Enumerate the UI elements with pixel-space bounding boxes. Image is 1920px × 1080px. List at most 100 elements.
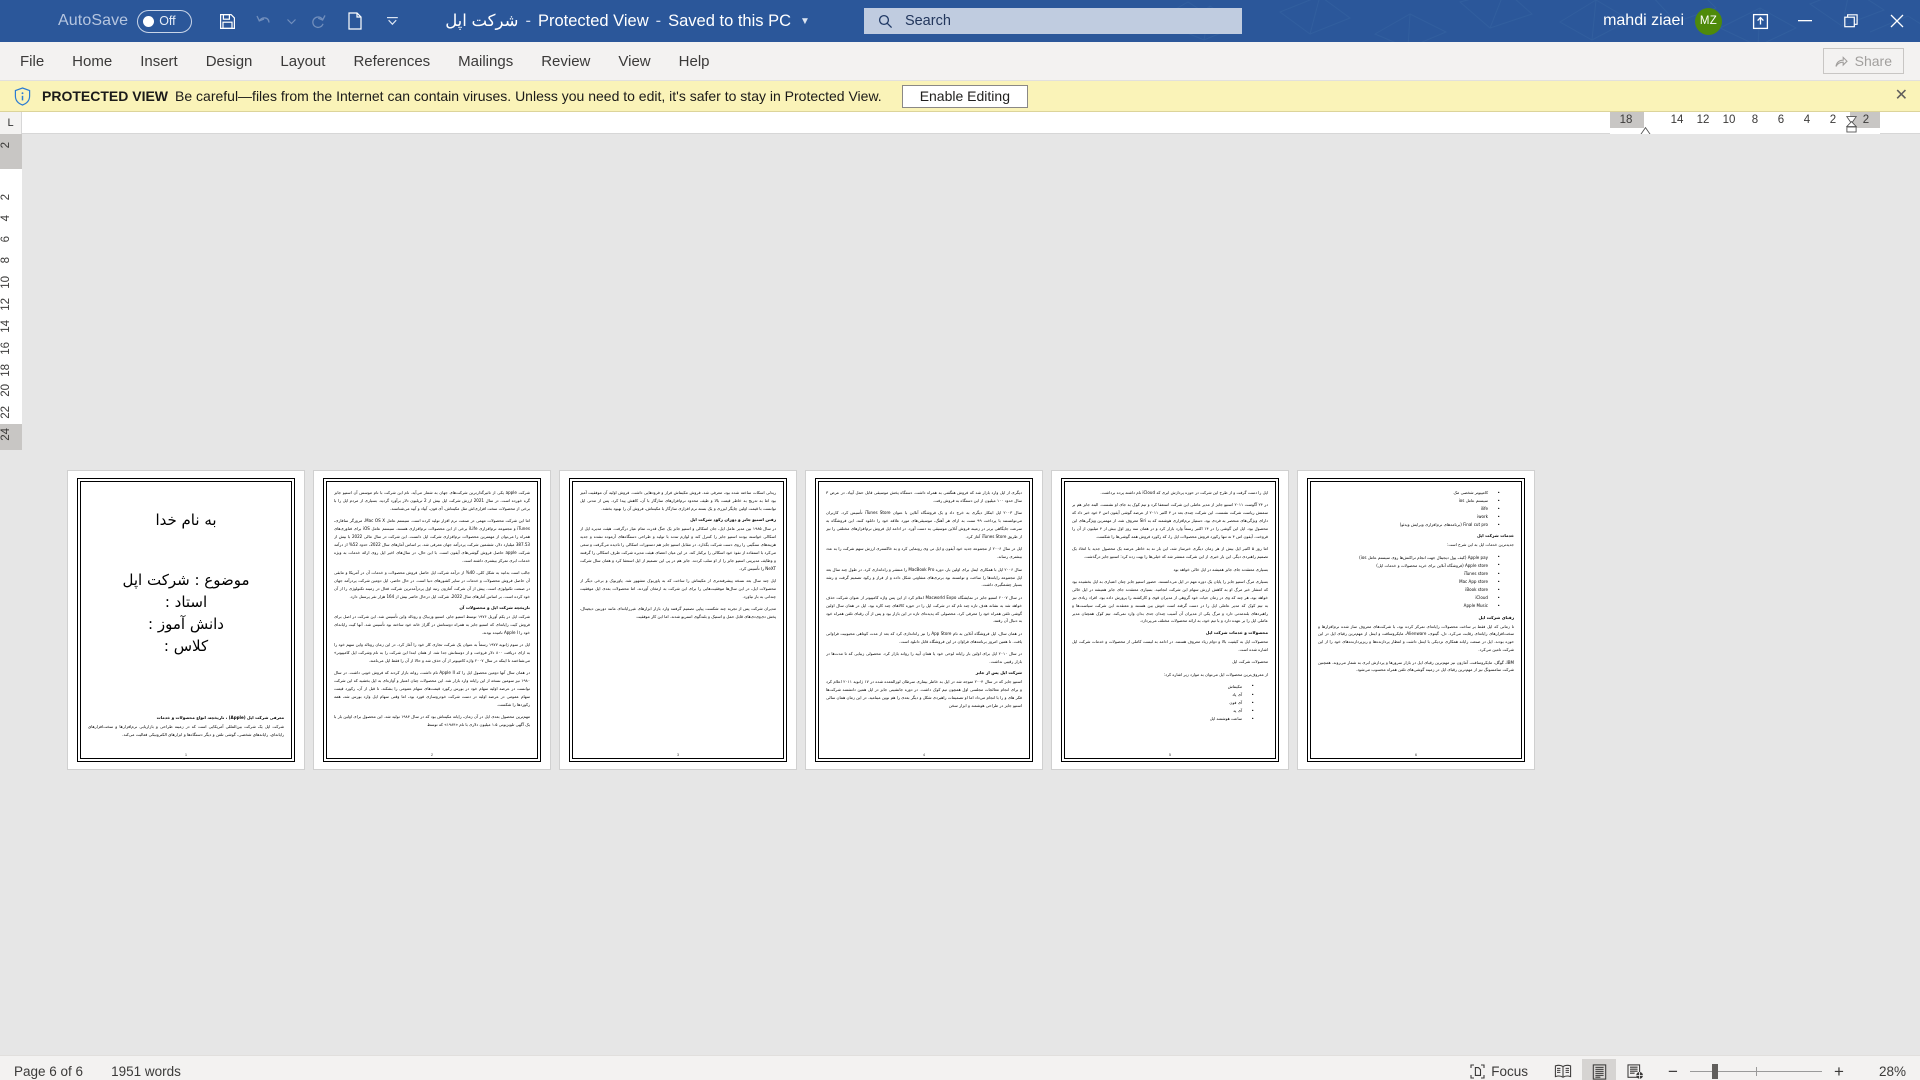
close-icon[interactable]: ✕ bbox=[1895, 88, 1908, 104]
zoom-slider[interactable] bbox=[1690, 1063, 1822, 1079]
zoom-control[interactable]: − + 28% bbox=[1666, 1063, 1906, 1080]
vruler-tick-18: 18 bbox=[0, 364, 12, 377]
tab-view[interactable]: View bbox=[604, 42, 664, 81]
vruler-tick-4: 4 bbox=[0, 215, 12, 222]
tab-home[interactable]: Home bbox=[58, 42, 126, 81]
page-3-heading-1: رفتن استیو جابز و دوران رکود شرکت اپل bbox=[690, 517, 776, 523]
tab-layout[interactable]: Layout bbox=[266, 42, 339, 81]
autosave-toggle[interactable]: Off bbox=[137, 9, 193, 33]
ruler-tick-10: 10 bbox=[1722, 114, 1736, 126]
statusbar-right-group: Focus − + 28% bbox=[1470, 1058, 1906, 1080]
search-box[interactable] bbox=[863, 8, 1242, 34]
page-5[interactable]: اپل را دست گرفت و از طرح این شرکت در حوز… bbox=[1052, 471, 1288, 769]
page-6-service-list: Apple pay (کیف پول دیجیتال جهت انجام ترا… bbox=[1318, 553, 1514, 611]
ruler-tick-14: 14 bbox=[1670, 114, 1684, 126]
list-item: ساعت هوشمند اپل bbox=[1072, 715, 1268, 724]
search-icon bbox=[878, 14, 892, 28]
web-layout-icon[interactable] bbox=[1618, 1059, 1652, 1080]
list-item: Apple pay (کیف پول دیجیتال جهت انجام ترا… bbox=[1318, 553, 1514, 562]
minimize-button[interactable] bbox=[1782, 0, 1828, 42]
page-3-para-1: ریدلی اسکات ساخته شده بود، معرفی شد. فرو… bbox=[580, 490, 776, 511]
page-2-para-2: اما این شرکت محصولات مهمی در صنعت نرم اف… bbox=[334, 518, 530, 563]
autosave-label: AutoSave bbox=[58, 12, 129, 29]
page-1[interactable]: به نام خدا موضوع : شرکت اپل استاد : دانش… bbox=[68, 471, 304, 769]
pages-container[interactable]: به نام خدا موضوع : شرکت اپل استاد : دانش… bbox=[22, 134, 1920, 1055]
zoom-level-label[interactable]: 28% bbox=[1868, 1064, 1906, 1079]
info-shield-icon bbox=[14, 86, 31, 106]
word-count[interactable]: 1951 words bbox=[111, 1064, 181, 1079]
focus-mode-button[interactable]: Focus bbox=[1470, 1064, 1528, 1079]
page-4[interactable]: دیگری از اپل وارد بازار شد که فروش هنگفت… bbox=[806, 471, 1042, 769]
zoom-out-button[interactable]: − bbox=[1666, 1063, 1680, 1080]
title-line-bismillah: به نام خدا bbox=[155, 511, 217, 529]
list-item: Final cut pro (برنامه‌های نرم‌افزاری ویر… bbox=[1318, 521, 1514, 530]
customize-qat-icon[interactable] bbox=[375, 5, 409, 37]
vruler-tick-22: 22 bbox=[0, 406, 12, 419]
page-1-content: به نام خدا موضوع : شرکت اپل استاد : دانش… bbox=[88, 489, 284, 747]
tab-references[interactable]: References bbox=[339, 42, 444, 81]
page-4-para-4: سال ۲۰۰۶ اپل با همکاری اینتل برای اولین … bbox=[826, 566, 1022, 588]
page-5-para-5: بسیاری مرگ استیو جابز را پایان یک دوره م… bbox=[1072, 579, 1268, 624]
page-indicator[interactable]: Page 6 of 6 bbox=[14, 1064, 83, 1079]
save-icon[interactable] bbox=[210, 5, 244, 37]
page-6-heading-services: خدمات شرکت اپل bbox=[1476, 533, 1514, 539]
ruler-tick-8: 8 bbox=[1751, 114, 1759, 126]
tab-mailings[interactable]: Mailings bbox=[444, 42, 527, 81]
page-4-para-3: اپل در سال ۲۰۰۶ از مجموعه جدید خود آیفون… bbox=[826, 546, 1022, 560]
redo-icon[interactable] bbox=[301, 5, 335, 37]
restore-button[interactable] bbox=[1828, 0, 1874, 42]
page-3[interactable]: ریدلی اسکات ساخته شده بود، معرفی شد. فرو… bbox=[560, 471, 796, 769]
undo-icon[interactable] bbox=[247, 5, 281, 37]
page-3-number: 3 bbox=[676, 752, 680, 757]
horizontal-ruler[interactable]: 18 14 12 10 8 6 4 2 2 bbox=[1610, 112, 1880, 135]
print-layout-icon[interactable] bbox=[1582, 1058, 1616, 1080]
new-doc-icon[interactable] bbox=[338, 5, 372, 37]
tab-file[interactable]: File bbox=[6, 42, 58, 81]
protected-view-title: PROTECTED VIEW bbox=[42, 88, 169, 104]
autosave-toggle-knob bbox=[143, 15, 155, 27]
share-label: Share bbox=[1854, 53, 1892, 69]
title-bar: AutoSave Off شرکت اپل - Protected View -… bbox=[0, 0, 1920, 42]
chevron-down-icon[interactable]: ▼ bbox=[800, 16, 810, 27]
vruler-inactive-area bbox=[0, 450, 22, 1055]
document-workspace[interactable]: 2 2 4 6 8 10 12 14 16 18 20 22 24 به نام… bbox=[0, 134, 1920, 1055]
enable-editing-button[interactable]: Enable Editing bbox=[901, 84, 1028, 108]
zoom-in-button[interactable]: + bbox=[1832, 1063, 1846, 1080]
tab-review[interactable]: Review bbox=[527, 42, 604, 81]
vruler-tick-2b: 2 bbox=[0, 194, 12, 201]
tab-insert[interactable]: Insert bbox=[126, 42, 192, 81]
page-5-heading-1: محصولات و خدمات شرکت اپل bbox=[1205, 629, 1268, 635]
share-button[interactable]: Share bbox=[1822, 48, 1904, 74]
vruler-tick-8: 8 bbox=[0, 257, 12, 264]
page-4-para-8: استیو جابز که در سال ۲۰۰۴ متوجه شد در اپ… bbox=[826, 679, 1022, 709]
undo-dropdown-icon[interactable] bbox=[284, 5, 298, 37]
ribbon-display-options-icon[interactable] bbox=[1738, 0, 1782, 42]
zoom-slider-thumb[interactable] bbox=[1712, 1063, 1718, 1079]
page-2-para-7: مهم‌ترین محصول بعدی اپل در آن زمان، رایا… bbox=[334, 714, 530, 728]
page-2[interactable]: شرکت apple یکی از تاثیرگذارترین شرکت‌های… bbox=[314, 471, 550, 769]
autosave-control[interactable]: AutoSave Off bbox=[58, 9, 193, 33]
close-button[interactable] bbox=[1874, 0, 1920, 42]
page-6[interactable]: کامپیوتر شخصی مک سیستم عامل ios ilife iw… bbox=[1298, 471, 1534, 769]
page-4-heading-1: شرکت اپل پس از جابز bbox=[975, 670, 1022, 676]
avatar[interactable]: MZ bbox=[1695, 7, 1722, 35]
tab-design[interactable]: Design bbox=[192, 42, 267, 81]
page-2-heading-1: تاریخچه شرکت اپل و محصولات آن bbox=[459, 605, 530, 611]
tab-help[interactable]: Help bbox=[665, 42, 724, 81]
page-5-para-1: اپل را دست گرفت و از طرح این شرکت در حوز… bbox=[1100, 490, 1268, 495]
search-input[interactable] bbox=[904, 13, 1205, 29]
page-5-para-6: محصولات اپل به کیفیت بالا و دوام زیاد مع… bbox=[1072, 638, 1268, 652]
zoom-slider-midpoint bbox=[1756, 1066, 1757, 1076]
vertical-ruler[interactable]: 2 2 4 6 8 10 12 14 16 18 20 22 24 bbox=[0, 134, 22, 1055]
ruler-spacer bbox=[22, 112, 1610, 133]
quick-access-toolbar bbox=[210, 5, 409, 37]
tab-stop-selector[interactable]: L bbox=[0, 112, 22, 134]
page-2-para-1: شرکت apple یکی از تاثیرگذارترین شرکت‌های… bbox=[334, 490, 530, 511]
page-1-number: 1 bbox=[184, 752, 188, 757]
read-mode-icon[interactable] bbox=[1546, 1059, 1580, 1080]
ruler-tick-18: 18 bbox=[1619, 114, 1633, 126]
account-name[interactable]: mahdi ziaei bbox=[1603, 12, 1684, 30]
page-4-para-7: در سال ۲۰۱۰ اپل برای اولین بار رایانه لو… bbox=[826, 651, 1022, 665]
save-location-status[interactable]: Saved to this PC bbox=[668, 12, 791, 31]
page-2-para-4: شرکت اپل در یکم آوریل ۱۹۷۶ توسط استیو جا… bbox=[334, 614, 530, 635]
